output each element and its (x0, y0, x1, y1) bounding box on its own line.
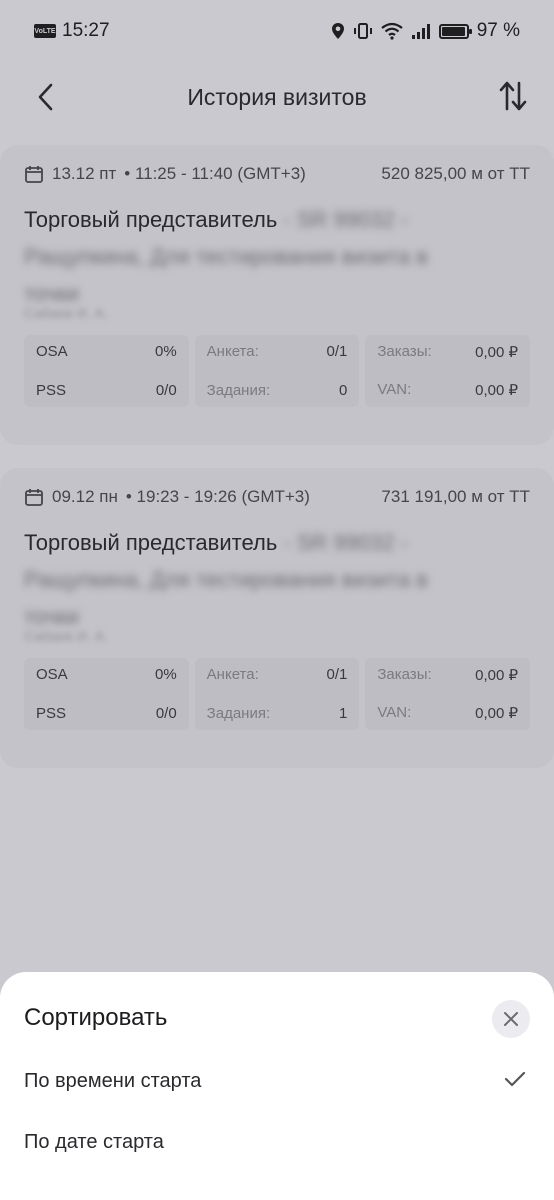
visit-title-blurred: точки (24, 604, 79, 629)
sort-option-start-time[interactable]: По времени старта (0, 1056, 554, 1110)
visit-title-blurred: точки (24, 281, 79, 306)
metric-value: 0/1 (326, 666, 348, 683)
metric-value: 0/0 (155, 382, 177, 399)
status-bar: VoLTE 15:27 97 % (0, 0, 554, 62)
visit-title-blurred: Ращупкина, Для тестирования визита в (24, 244, 428, 269)
battery-percent: 97 % (476, 20, 520, 41)
metric-value: 0,00 ₽ (475, 382, 519, 399)
metric-label: VAN: (377, 381, 412, 398)
metric-value: 0/0 (155, 705, 177, 722)
metric-label: Анкета: (206, 666, 259, 683)
vibrate-icon (353, 23, 372, 39)
status-time: 15:27 (62, 20, 110, 41)
visit-distance: 731 191,00 м от ТТ (381, 487, 530, 506)
volte-icon: VoLTE (34, 24, 56, 38)
sort-option-label: По времени старта (24, 1070, 202, 1092)
metric-value: 0,00 ₽ (475, 667, 519, 684)
visit-card[interactable]: 09.12 пн • 19:23 - 19:26 (GMT+3) 731 191… (0, 468, 554, 768)
metric-label: PSS (36, 382, 67, 399)
status-right: 97 % (331, 20, 520, 42)
sheet-title: Сортировать (24, 1004, 168, 1031)
sort-icon (499, 81, 527, 111)
sort-bottom-sheet: Сортировать По времени старта По дате ст… (0, 972, 554, 1200)
metric-value: 0 (339, 382, 348, 399)
app-header: История визитов (0, 62, 554, 132)
visit-time-range: • 11:25 - 11:40 (GMT+3) (124, 164, 306, 183)
metric-box-orders: Заказы: 0,00 ₽ VAN: 0,00 ₽ (365, 335, 531, 407)
visit-title: Торговый представитель - SR 99032 - Ращу… (24, 201, 530, 312)
visit-metrics: OSA 0% PSS 0/0 Анкета: 0/1 Задания: 0 Заказы… (24, 335, 531, 407)
metric-label: Задания: (206, 382, 271, 399)
metric-box-osa: OSA 0% PSS 0/0 (24, 658, 189, 730)
visit-title-blurred: Ращупкина, Для тестирования визита в (24, 567, 428, 592)
metric-label: OSA (36, 666, 68, 683)
battery-icon (438, 23, 472, 39)
visit-title-blurred: - SR 99032 - (277, 530, 409, 555)
sort-option-label: По дате старта (24, 1131, 164, 1153)
wifi-icon (381, 22, 403, 40)
metric-label: OSA (36, 343, 68, 360)
visit-meta: 13.12 пт • 11:25 - 11:40 (GMT+3) 520 825… (24, 159, 530, 189)
visit-title-main: Торговый представитель (24, 530, 278, 555)
sort-option-start-date[interactable]: По дате старта (0, 1117, 554, 1171)
page-title: История визитов (187, 83, 367, 110)
signal-icon (411, 24, 430, 39)
visit-date: 09.12 пн (52, 487, 118, 506)
metric-value: 0% (154, 666, 177, 683)
visit-meta: 09.12 пн • 19:23 - 19:26 (GMT+3) 731 191… (24, 482, 530, 512)
status-left: VoLTE 15:27 (34, 20, 110, 42)
sort-button[interactable] (496, 78, 530, 114)
close-button[interactable] (492, 1000, 530, 1038)
metric-label: VAN: (377, 704, 412, 721)
metric-label: Заказы: (377, 343, 432, 360)
metric-box-osa: OSA 0% PSS 0/0 (24, 335, 189, 407)
metric-box-anketa: Анкета: 0/1 Задания: 0 (194, 335, 360, 407)
close-icon (504, 1012, 518, 1026)
visit-title-blurred: - SR 99032 - (277, 207, 409, 232)
calendar-icon (25, 489, 43, 506)
visit-metrics: OSA 0% PSS 0/0 Анкета: 0/1 Задания: 1 Заказы… (24, 658, 531, 730)
metric-label: Задания: (206, 705, 271, 722)
back-arrow-icon (38, 83, 53, 111)
visit-author: Сабаев И. А. (24, 628, 108, 644)
back-button[interactable] (30, 80, 60, 114)
visit-author: Сабаев И. А. (24, 305, 108, 321)
metric-value: 0% (154, 343, 177, 360)
metric-label: Заказы: (377, 666, 432, 683)
visit-title: Торговый представитель - SR 99032 - Ращу… (24, 524, 530, 635)
metric-value: 0,00 ₽ (475, 705, 519, 722)
visit-distance: 520 825,00 м от ТТ (381, 164, 530, 183)
visit-time-range: • 19:23 - 19:26 (GMT+3) (125, 487, 310, 506)
metric-value: 0/1 (326, 343, 348, 360)
battery-fill (441, 26, 465, 36)
check-icon (504, 1071, 526, 1087)
metric-label: Анкета: (206, 343, 259, 360)
calendar-icon (25, 166, 43, 183)
metric-value: 0,00 ₽ (475, 344, 519, 361)
visit-date: 13.12 пт (52, 164, 117, 183)
visit-title-main: Торговый представитель (24, 207, 278, 232)
visit-card[interactable]: 13.12 пт • 11:25 - 11:40 (GMT+3) 520 825… (0, 145, 554, 445)
metric-label: PSS (36, 705, 67, 722)
metric-box-orders: Заказы: 0,00 ₽ VAN: 0,00 ₽ (365, 658, 531, 730)
metric-value: 1 (339, 705, 348, 722)
metric-box-anketa: Анкета: 0/1 Задания: 1 (194, 658, 360, 730)
location-icon (331, 23, 344, 39)
